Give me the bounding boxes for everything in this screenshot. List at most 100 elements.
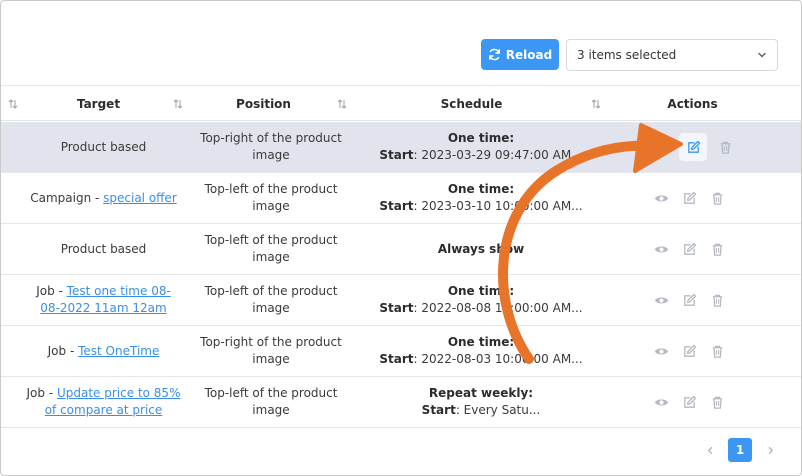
schedule-type: One time: (447, 131, 515, 145)
eye-icon (654, 246, 668, 252)
row-actions (651, 275, 741, 325)
chevron-right-icon (768, 446, 773, 454)
schedule-type: One time: (447, 335, 515, 349)
schedule-cell: One time: Start: 2022-08-08 10:00:00 AM.… (376, 275, 586, 325)
trash-icon (712, 345, 722, 358)
target-cell: Job - Test OneTime (21, 326, 186, 376)
delete-button[interactable] (715, 137, 735, 157)
schedule-start-value: : 2023-03-10 10:00:00 AM... (413, 199, 583, 213)
next-page-button[interactable] (758, 438, 782, 462)
trash-icon (712, 192, 722, 205)
column-header-target: Target (76, 97, 121, 111)
sort-icon[interactable] (337, 98, 347, 110)
schedule-start-key: Start (379, 148, 414, 162)
trash-icon (712, 396, 722, 409)
app-frame: Reload 3 items selected Target Position … (0, 0, 802, 476)
target-text: Product based (60, 241, 147, 256)
edit-button[interactable] (679, 239, 699, 259)
edit-button[interactable] (679, 133, 707, 161)
row-actions (651, 377, 741, 427)
schedule-start-key: Start (379, 352, 414, 366)
schedule-cell: Repeat weekly: Start: Every Satu... (376, 377, 586, 427)
sort-icon[interactable] (173, 98, 183, 110)
schedule-start: Start: 2022-08-08 10:00:00 AM... (379, 300, 582, 317)
view-button[interactable] (651, 239, 671, 259)
sort-icon[interactable] (591, 98, 601, 110)
table-row: Campaign - special offer Top-left of the… (1, 173, 801, 224)
column-header-schedule: Schedule (440, 97, 503, 111)
target-cell: Product based (21, 224, 186, 274)
page-button-current[interactable]: 1 (728, 438, 752, 462)
schedule-start: Start: 2023-03-29 09:47:00 AM... (379, 147, 582, 164)
target-link[interactable]: Test OneTime (78, 344, 159, 358)
row-actions (651, 326, 741, 376)
eye-icon (654, 399, 668, 405)
table-row: Product based Top-left of the product im… (1, 224, 801, 275)
position-cell: Top-right of the product image (200, 131, 342, 162)
delete-button[interactable] (707, 239, 727, 259)
view-button[interactable] (651, 392, 671, 412)
edit-button[interactable] (679, 188, 699, 208)
target-link[interactable]: special offer (103, 191, 177, 205)
target-cell: Product based (21, 122, 186, 172)
edit-icon (683, 344, 696, 357)
target-link[interactable]: Update price to 85% of compare at price (45, 386, 181, 417)
schedule-start-value: : 2022-08-08 10:00:00 AM... (413, 301, 583, 315)
table-row: Job - Update price to 85% of compare at … (1, 377, 801, 428)
row-actions (651, 224, 741, 274)
edit-button[interactable] (679, 341, 699, 361)
column-header-actions: Actions (667, 97, 718, 111)
eye-icon (654, 348, 668, 354)
trash-icon (720, 141, 730, 154)
items-selected-dropdown[interactable]: 3 items selected (566, 39, 778, 71)
schedule-start-value: : Every Satu... (455, 403, 541, 417)
position-cell: Top-right of the product image (200, 335, 342, 366)
schedule-cell: One time: Start: 2023-03-29 09:47:00 AM.… (376, 122, 586, 172)
edit-icon (683, 395, 696, 408)
sort-icon[interactable] (8, 98, 18, 110)
row-actions (651, 122, 741, 172)
edit-button[interactable] (679, 290, 699, 310)
table-row: Job - Test one time 08-08-2022 11am 12am… (1, 275, 801, 326)
edit-icon (683, 242, 696, 255)
view-button[interactable] (651, 341, 671, 361)
position-cell: Top-left of the product image (204, 233, 338, 264)
position-cell: Top-left of the product image (204, 182, 338, 213)
delete-button[interactable] (707, 341, 727, 361)
chevron-down-icon (758, 52, 766, 58)
schedule-type: Repeat weekly: (428, 386, 534, 400)
trash-icon (712, 243, 722, 256)
edit-icon (683, 191, 696, 204)
schedule-start: Start: 2022-08-03 10:00:00 AM... (379, 351, 582, 368)
target-cell: Job - Update price to 85% of compare at … (21, 377, 186, 427)
schedule-start: Start: Every Satu... (422, 402, 541, 419)
schedule-start: Start: 2023-03-10 10:00:00 AM... (379, 198, 582, 215)
schedule-type: Always show (437, 241, 525, 256)
trash-icon (712, 294, 722, 307)
table-row: Job - Test OneTime Top-right of the prod… (1, 326, 801, 377)
target-cell: Job - Test one time 08-08-2022 11am 12am (21, 275, 186, 325)
prev-page-button[interactable] (698, 438, 722, 462)
target-prefix: Job - (47, 343, 79, 358)
position-cell: Top-left of the product image (204, 386, 338, 417)
dropdown-value: 3 items selected (577, 48, 677, 62)
target-cell: Campaign - special offer (21, 173, 186, 223)
pagination: 1 (698, 438, 782, 462)
edit-icon (683, 293, 696, 306)
eye-icon (654, 195, 668, 201)
target-text: Product based (60, 139, 147, 154)
view-button[interactable] (651, 188, 671, 208)
schedule-cell: One time: Start: 2022-08-03 10:00:00 AM.… (376, 326, 586, 376)
target-prefix: Campaign - (30, 190, 104, 205)
row-actions (651, 173, 741, 223)
reload-button[interactable]: Reload (481, 39, 559, 70)
delete-button[interactable] (707, 290, 727, 310)
schedule-type: One time: (447, 182, 515, 196)
view-button[interactable] (651, 290, 671, 310)
reload-label: Reload (505, 47, 553, 62)
delete-button[interactable] (707, 392, 727, 412)
delete-button[interactable] (707, 188, 727, 208)
schedule-start-key: Start (379, 199, 414, 213)
schedule-cell: One time: Start: 2023-03-10 10:00:00 AM.… (376, 173, 586, 223)
edit-button[interactable] (679, 392, 699, 412)
